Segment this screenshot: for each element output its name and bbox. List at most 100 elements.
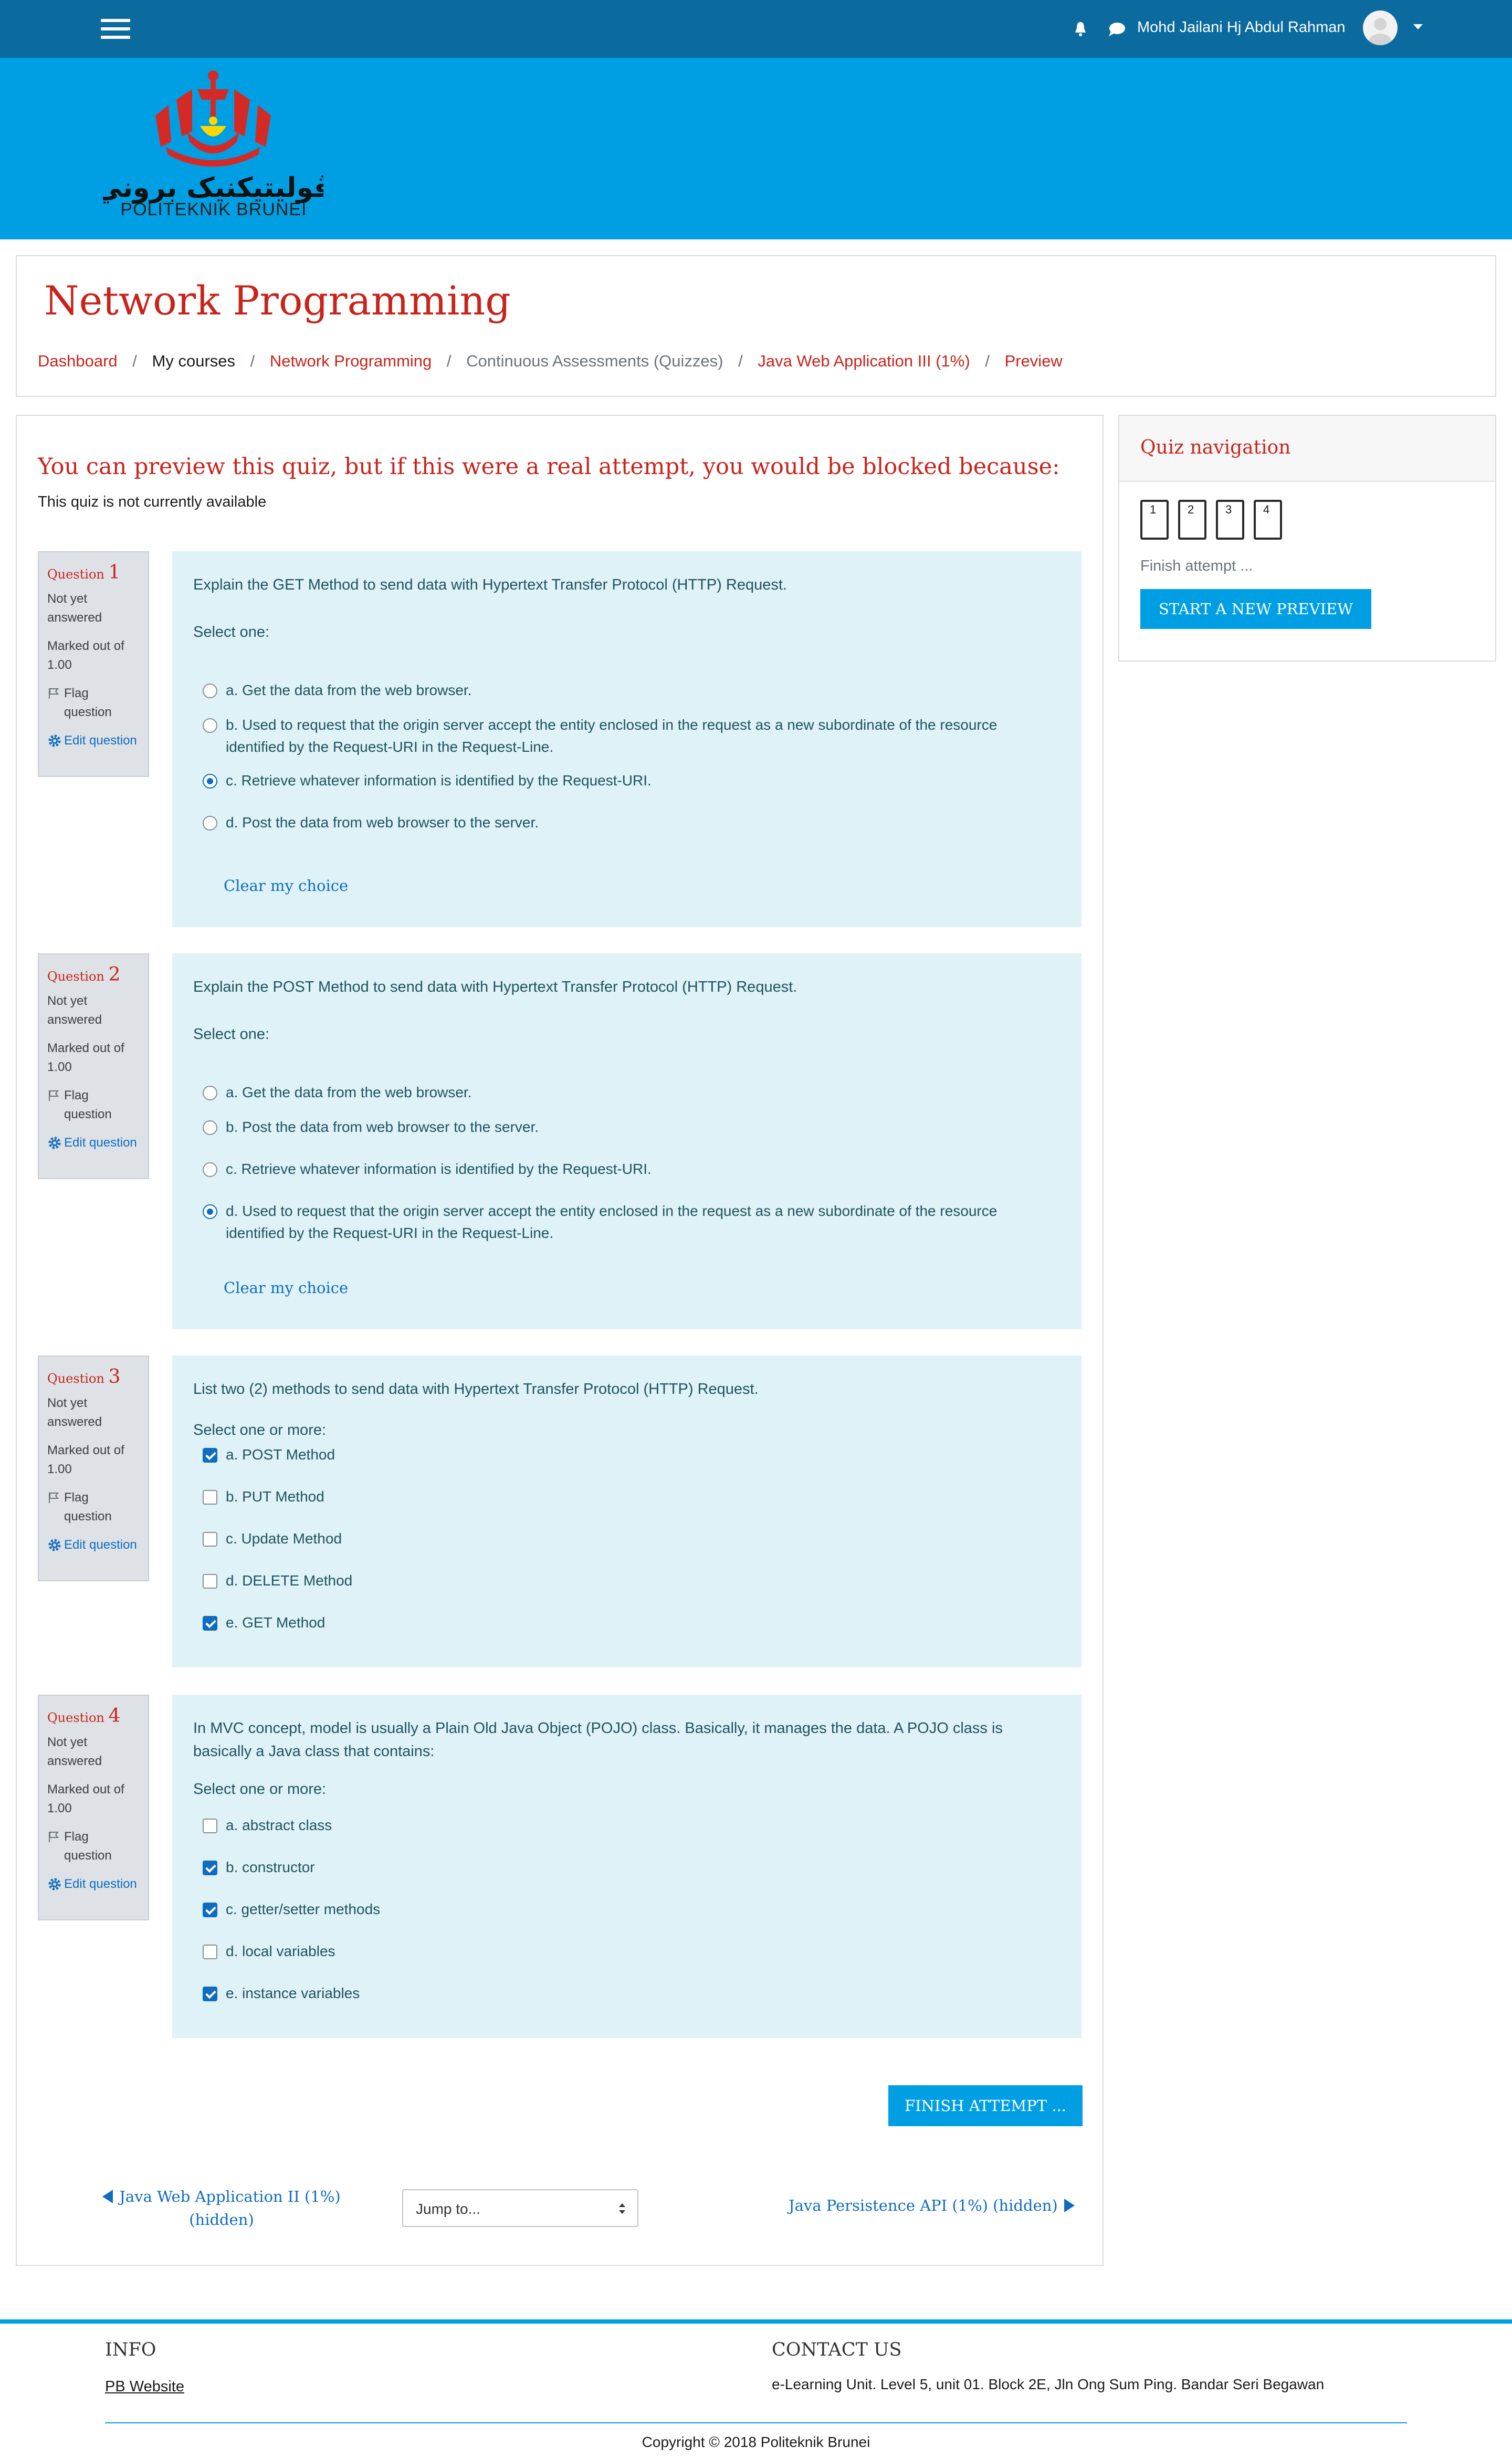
start-new-preview-button[interactable]: START A NEW PREVIEW bbox=[1140, 589, 1371, 629]
breadcrumb-dashboard[interactable]: Dashboard bbox=[38, 352, 118, 371]
flag-question[interactable]: Flag question bbox=[47, 1488, 140, 1526]
breadcrumb: Dashboard / My courses / Network Program… bbox=[38, 351, 1063, 371]
question-2-info: Question 2 Not yet answered Marked out o… bbox=[38, 953, 149, 1179]
answer-option[interactable]: e. GET Method bbox=[203, 1612, 325, 1634]
quiz-nav-question-2[interactable]: 2 bbox=[1178, 500, 1206, 540]
edit-question[interactable]: Edit question bbox=[47, 1133, 140, 1152]
answer-option[interactable]: d. Used to request that the origin serve… bbox=[203, 1200, 1053, 1244]
answer-option[interactable]: c. getter/setter methods bbox=[203, 1898, 380, 1920]
flag-icon bbox=[49, 1090, 59, 1101]
select-prompt: Select one: bbox=[193, 624, 270, 640]
checkbox-checked[interactable] bbox=[203, 1448, 217, 1463]
answer-option[interactable]: c. Update Method bbox=[203, 1528, 342, 1550]
flag-question[interactable]: Flag question bbox=[47, 1827, 140, 1865]
finish-attempt-link[interactable]: Finish attempt ... bbox=[1140, 558, 1253, 575]
pb-website-link[interactable]: PB Website bbox=[105, 2378, 184, 2396]
user-avatar-icon bbox=[1369, 18, 1392, 45]
flag-icon bbox=[49, 1493, 59, 1503]
previous-activity-link[interactable]: Java Web Application II (1%) (hidden) bbox=[90, 2185, 353, 2231]
radio-button[interactable] bbox=[203, 1120, 217, 1135]
answer-option[interactable]: d. DELETE Method bbox=[203, 1570, 352, 1592]
breadcrumb-separator: / bbox=[985, 351, 990, 370]
menu-icon[interactable] bbox=[101, 19, 130, 39]
breadcrumb-my-courses[interactable]: My courses bbox=[152, 352, 235, 371]
breadcrumb-preview[interactable]: Preview bbox=[1005, 352, 1063, 371]
breadcrumb-course[interactable]: Network Programming bbox=[270, 352, 432, 371]
site-banner: ڤوليتيکنيک بروني POLITEKNIK BRUNEI bbox=[0, 58, 1512, 239]
answer-option[interactable]: b. PUT Method bbox=[203, 1486, 324, 1508]
svg-text:ڤوليتيکنيک بروني: ڤوليتيکنيک بروني bbox=[103, 172, 323, 204]
radio-button[interactable] bbox=[203, 1162, 217, 1177]
answer-option[interactable]: c. Retrieve whatever information is iden… bbox=[203, 1158, 652, 1180]
answer-option[interactable]: d. Post the data from web browser to the… bbox=[203, 812, 539, 834]
answer-option[interactable]: b. Used to request that the origin serve… bbox=[203, 714, 1053, 758]
radio-button-selected[interactable] bbox=[203, 774, 217, 789]
footer-info-heading: INFO bbox=[105, 2339, 156, 2360]
avatar[interactable] bbox=[1363, 10, 1398, 45]
answer-option[interactable]: a. Get the data from the web browser. bbox=[203, 1081, 471, 1104]
question-4-info: Question 4 Not yet answered Marked out o… bbox=[38, 1695, 149, 1920]
quiz-nav-question-1[interactable]: 1 bbox=[1140, 500, 1169, 540]
radio-button-selected[interactable] bbox=[203, 1204, 217, 1219]
checkbox[interactable] bbox=[203, 1532, 217, 1547]
page-title: Network Programming bbox=[44, 277, 511, 324]
clear-choice-link[interactable]: Clear my choice bbox=[224, 877, 348, 895]
finish-attempt-button[interactable]: FINISH ATTEMPT ... bbox=[888, 2085, 1083, 2126]
quiz-nav-question-3[interactable]: 3 bbox=[1216, 500, 1244, 540]
checkbox-checked[interactable] bbox=[203, 1616, 217, 1631]
question-1-content: Explain the GET Method to send data with… bbox=[172, 551, 1082, 927]
breadcrumb-separator: / bbox=[250, 351, 255, 370]
question-number: Question 4 bbox=[47, 1705, 121, 1727]
answer-option[interactable]: b. constructor bbox=[203, 1856, 315, 1878]
radio-button[interactable] bbox=[203, 816, 217, 831]
next-activity-link[interactable]: Java Persistence API (1%) (hidden) bbox=[789, 2197, 1075, 2214]
answer-option[interactable]: e. instance variables bbox=[203, 1982, 360, 2004]
answer-option[interactable]: a. abstract class bbox=[203, 1814, 332, 1836]
bell-icon[interactable] bbox=[1074, 21, 1087, 37]
jump-to-select[interactable]: Jump to... bbox=[402, 2189, 638, 2227]
answer-option[interactable]: c. Retrieve whatever information is iden… bbox=[203, 770, 652, 792]
radio-button[interactable] bbox=[203, 684, 217, 698]
edit-question[interactable]: Edit question bbox=[47, 731, 140, 750]
edit-question[interactable]: Edit question bbox=[47, 1875, 140, 1894]
breadcrumb-separator: / bbox=[738, 351, 743, 370]
checkbox[interactable] bbox=[203, 1819, 217, 1833]
checkbox[interactable] bbox=[203, 1490, 217, 1505]
quiz-navigation-title: Quiz navigation bbox=[1140, 437, 1291, 458]
flag-icon bbox=[49, 1832, 59, 1842]
question-text: List two (2) methods to send data with H… bbox=[193, 1381, 759, 1398]
copyright-text: Copyright © 2018 Politeknik Brunei bbox=[642, 2434, 870, 2450]
answer-option[interactable]: a. Get the data from the web browser. bbox=[203, 679, 471, 701]
quiz-nav-question-4[interactable]: 4 bbox=[1254, 500, 1282, 540]
checkbox[interactable] bbox=[203, 1945, 217, 1959]
breadcrumb-quiz[interactable]: Java Web Application III (1%) bbox=[758, 352, 970, 371]
chat-icon[interactable] bbox=[1108, 22, 1126, 37]
gear-icon bbox=[48, 734, 61, 747]
flag-icon bbox=[49, 688, 59, 699]
footer-contact-address: e-Learning Unit. Level 5, unit 01. Block… bbox=[772, 2376, 1325, 2392]
checkbox-checked[interactable] bbox=[203, 1861, 217, 1875]
user-name[interactable]: Mohd Jailani Hj Abdul Rahman bbox=[1137, 19, 1346, 36]
logo-caption: POLITEKNIK BRUNEI bbox=[120, 199, 307, 219]
checkbox[interactable] bbox=[203, 1574, 217, 1589]
triangle-right-icon bbox=[1064, 2199, 1075, 2212]
clear-choice-link[interactable]: Clear my choice bbox=[224, 1279, 348, 1297]
breadcrumb-section: Continuous Assessments (Quizzes) bbox=[466, 351, 723, 370]
question-text: Explain the POST Method to send data wit… bbox=[193, 979, 797, 995]
question-1-info: Question 1 Not yet answered Marked out o… bbox=[38, 551, 149, 777]
answer-option[interactable]: b. Post the data from web browser to the… bbox=[203, 1116, 539, 1138]
checkbox-checked[interactable] bbox=[203, 1987, 217, 2001]
quiz-main: You can preview this quiz, but if this w… bbox=[16, 415, 1104, 2266]
quiz-navigation-header: Quiz navigation bbox=[1119, 416, 1495, 482]
flag-question[interactable]: Flag question bbox=[47, 1086, 140, 1124]
flag-question[interactable]: Flag question bbox=[47, 684, 140, 722]
checkbox-checked[interactable] bbox=[203, 1903, 217, 1917]
answer-option[interactable]: a. POST Method bbox=[203, 1444, 335, 1466]
question-3-content: List two (2) methods to send data with H… bbox=[172, 1356, 1082, 1667]
edit-question[interactable]: Edit question bbox=[47, 1536, 140, 1554]
question-state: Not yet answered bbox=[47, 994, 102, 1027]
radio-button[interactable] bbox=[203, 718, 217, 733]
radio-button[interactable] bbox=[203, 1086, 217, 1100]
chevron-down-icon[interactable] bbox=[1413, 24, 1423, 29]
answer-option[interactable]: d. local variables bbox=[203, 1940, 335, 1962]
